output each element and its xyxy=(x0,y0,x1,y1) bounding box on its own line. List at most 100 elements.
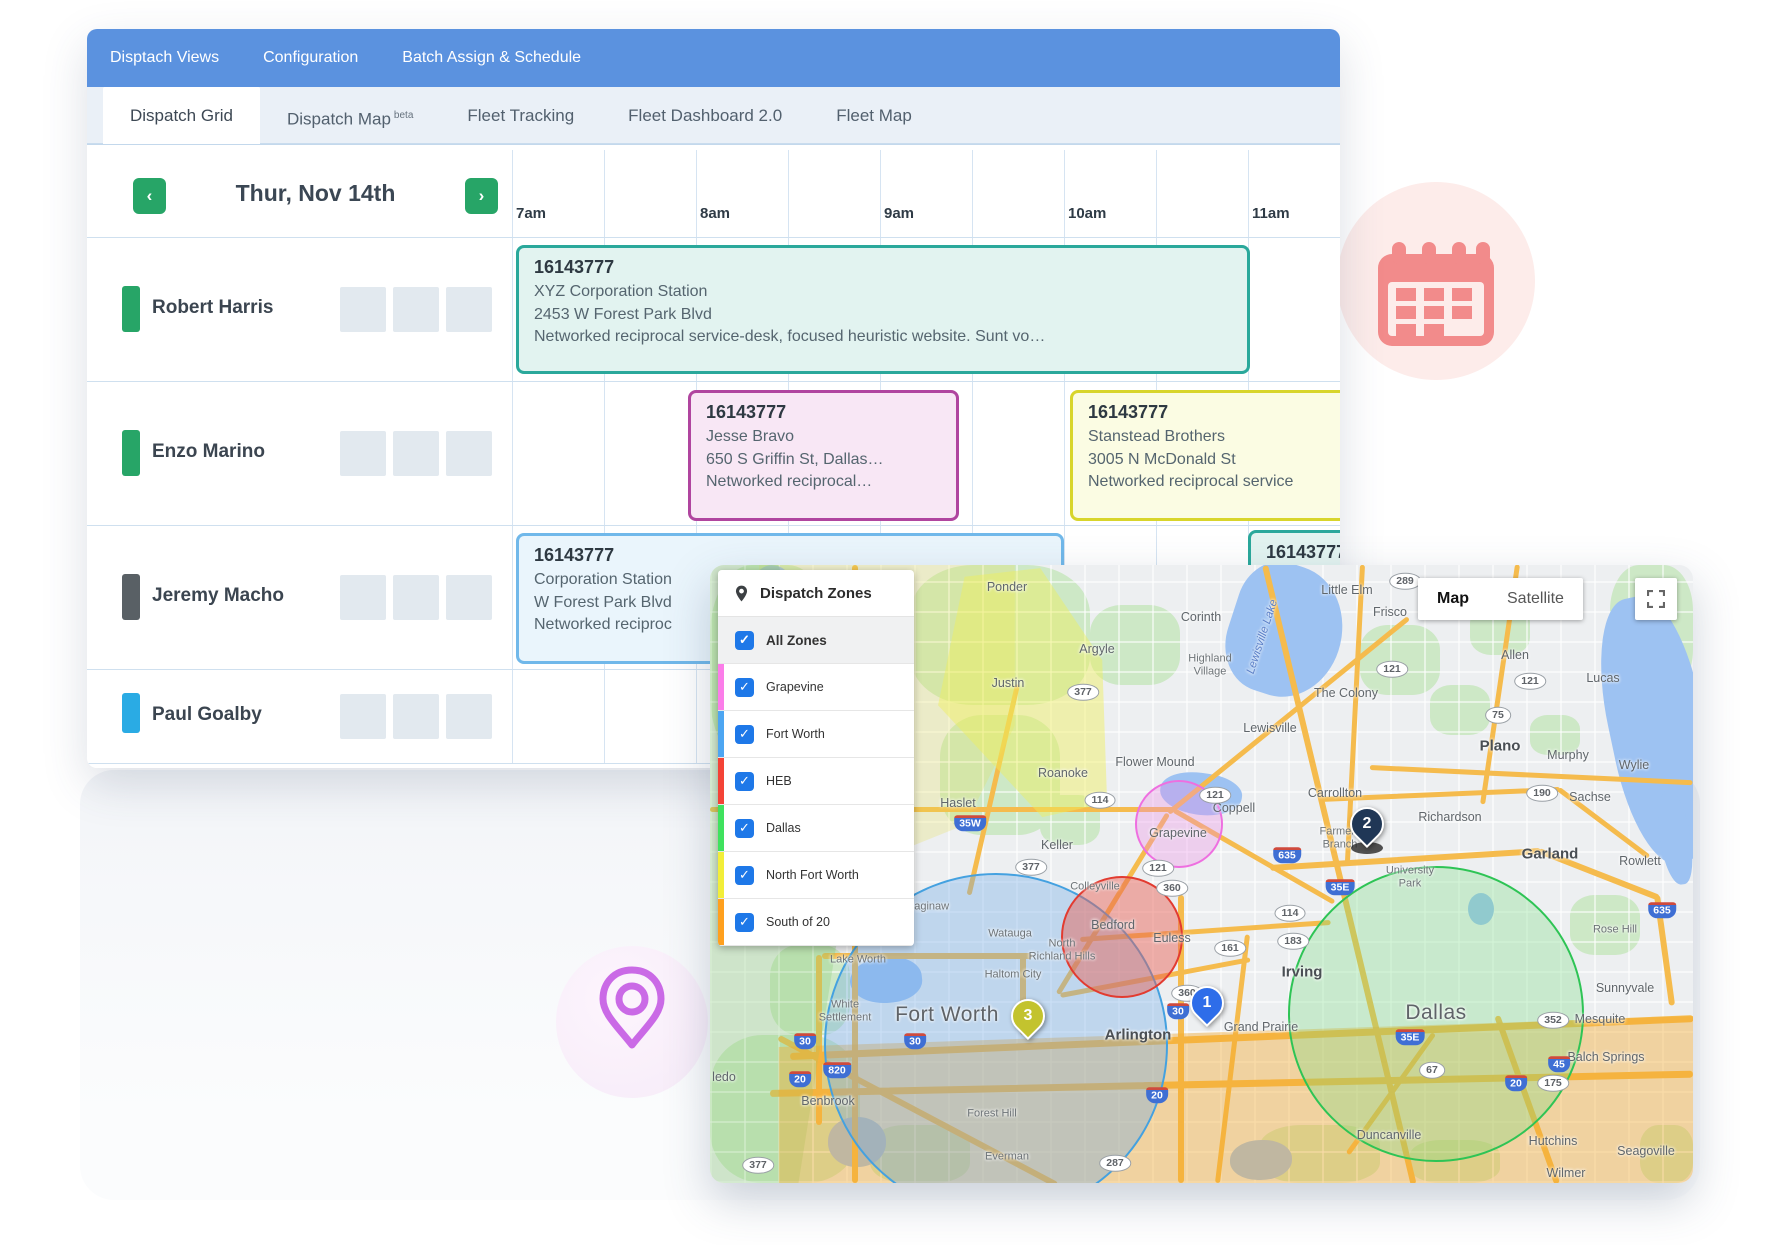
time-label-9am: 9am xyxy=(884,205,914,222)
event-id: 16143777 xyxy=(706,402,941,423)
map-pin-person-icon xyxy=(732,584,751,603)
zone-row-south-of-20[interactable]: ✓ South of 20 xyxy=(718,899,914,946)
event-detail-line: 3005 N McDonald St xyxy=(1088,449,1340,472)
date-navigation: ‹ Thur, Nov 14th › xyxy=(87,174,512,234)
zone-checkbox[interactable]: ✓ xyxy=(735,913,754,932)
event-detail-line: Networked reciprocal service-desk, focus… xyxy=(534,326,1232,349)
location-pin-icon xyxy=(596,964,668,1056)
placeholder-box xyxy=(446,694,492,739)
zone-row-north-fort-worth[interactable]: ✓ North Fort Worth xyxy=(718,852,914,899)
beta-badge: beta xyxy=(394,110,413,121)
technician-color-bar xyxy=(122,286,140,332)
zone-label: All Zones xyxy=(766,633,827,648)
event-detail-line: 650 S Griffin St, Dallas… xyxy=(706,449,941,472)
zone-label: Grapevine xyxy=(766,680,824,694)
zone-checkbox[interactable]: ✓ xyxy=(735,678,754,697)
placeholder-box xyxy=(393,575,439,620)
zone-row-fort-worth[interactable]: ✓ Fort Worth xyxy=(718,711,914,758)
technician-name: Robert Harris xyxy=(152,297,273,319)
placeholder-box xyxy=(340,287,386,332)
zone-row-all-zones[interactable]: ✓ All Zones xyxy=(718,617,914,664)
dispatch-zones-panel: Dispatch Zones ✓ All Zones ✓ Grapevine ✓ Fort… xyxy=(718,570,914,946)
zone-label: North Fort Worth xyxy=(766,868,859,882)
zone-color-stripe xyxy=(718,899,724,945)
zone-color-stripe xyxy=(718,805,724,851)
satellite-view-button[interactable]: Satellite xyxy=(1488,578,1583,620)
technician-color-bar xyxy=(122,574,140,620)
date-label: Thur, Nov 14th xyxy=(166,180,465,207)
time-label-10am: 10am xyxy=(1068,205,1106,222)
prev-day-button[interactable]: ‹ xyxy=(133,178,166,214)
fullscreen-icon xyxy=(1647,590,1665,608)
placeholder-box xyxy=(446,431,492,476)
tab-dispatch-map[interactable]: Dispatch Mapbeta xyxy=(260,87,440,144)
zone-label: HEB xyxy=(766,774,792,788)
time-label-11am: 11am xyxy=(1252,205,1290,222)
zone-checkbox[interactable]: ✓ xyxy=(735,866,754,885)
time-label-8am: 8am xyxy=(700,205,730,222)
event-detail-line: Networked reciprocal… xyxy=(706,471,941,494)
dispatch-app: Disptach Views Configuration Batch Assign … xyxy=(0,0,1785,1245)
placeholder-box xyxy=(446,575,492,620)
event-detail-line: Stanstead Brothers xyxy=(1088,426,1340,449)
tab-fleet-tracking[interactable]: Fleet Tracking xyxy=(440,87,601,144)
zone-checkbox[interactable]: ✓ xyxy=(735,725,754,744)
next-day-button[interactable]: › xyxy=(465,178,498,214)
view-tabs: Dispatch GridDispatch MapbetaFleet Track… xyxy=(87,87,1340,144)
nav-item-batch-assign-schedule[interactable]: Batch Assign & Schedule xyxy=(402,49,581,67)
placeholder-box xyxy=(393,431,439,476)
nav-item-configuration[interactable]: Configuration xyxy=(263,49,358,67)
zone-label: Fort Worth xyxy=(766,727,825,741)
zone-row-grapevine[interactable]: ✓ Grapevine xyxy=(718,664,914,711)
placeholder-box xyxy=(340,575,386,620)
grid-vline xyxy=(604,150,605,763)
placeholder-box xyxy=(340,431,386,476)
dispatch-zones-header: Dispatch Zones xyxy=(718,570,914,617)
technician-color-bar xyxy=(122,430,140,476)
zone-checkbox[interactable]: ✓ xyxy=(735,819,754,838)
schedule-event[interactable]: 16143777 Stanstead Brothers3005 N McDonal… xyxy=(1070,390,1340,521)
event-id: 16143777 xyxy=(1266,542,1340,563)
map-type-control: Map Satellite xyxy=(1418,578,1583,620)
tab-dispatch-grid[interactable]: Dispatch Grid xyxy=(103,87,260,144)
event-id: 16143777 xyxy=(1088,402,1340,423)
placeholder-box xyxy=(393,287,439,332)
schedule-event[interactable]: 16143777 XYZ Corporation Station2453 W Fo… xyxy=(516,245,1250,374)
placeholder-box xyxy=(393,694,439,739)
marker-number: 3 xyxy=(1011,999,1045,1033)
tab-fleet-dashboard-2-0[interactable]: Fleet Dashboard 2.0 xyxy=(601,87,809,144)
event-detail-line: 2453 W Forest Park Blvd xyxy=(534,304,1232,327)
time-label-7am: 7am xyxy=(516,205,546,222)
dispatch-map-card: PonderCorinthLittle ElmFriscoArgyleJusti… xyxy=(710,565,1693,1183)
technician-name: Jeremy Macho xyxy=(152,585,284,607)
grid-hline xyxy=(87,381,1340,382)
calendar-icon xyxy=(1372,238,1500,348)
calendar-decor-circle xyxy=(1337,182,1535,380)
dispatch-zones-title: Dispatch Zones xyxy=(760,585,872,602)
placeholder-box xyxy=(446,287,492,332)
tab-fleet-map[interactable]: Fleet Map xyxy=(809,87,939,144)
technician-name: Paul Goalby xyxy=(152,704,262,726)
zone-label: South of 20 xyxy=(766,915,830,929)
marker-number: 2 xyxy=(1350,807,1384,841)
technician-color-bar xyxy=(122,693,140,733)
marker-number: 1 xyxy=(1190,986,1224,1020)
fullscreen-button[interactable] xyxy=(1635,578,1677,620)
event-id: 16143777 xyxy=(534,257,1232,278)
grid-hline xyxy=(87,237,1340,238)
zone-row-heb[interactable]: ✓ HEB xyxy=(718,758,914,805)
zone-color-stripe xyxy=(718,664,724,710)
zone-row-dallas[interactable]: ✓ Dallas xyxy=(718,805,914,852)
nav-item-disptach-views[interactable]: Disptach Views xyxy=(110,49,219,67)
event-detail-line: XYZ Corporation Station xyxy=(534,281,1232,304)
event-detail-line: Jesse Bravo xyxy=(706,426,941,449)
technician-name: Enzo Marino xyxy=(152,441,265,463)
zone-checkbox[interactable]: ✓ xyxy=(735,631,754,650)
grid-hline xyxy=(87,144,1340,145)
schedule-event[interactable]: 16143777 Jesse Bravo650 S Griffin St, Dal… xyxy=(688,390,959,521)
map-view-button[interactable]: Map xyxy=(1418,578,1488,620)
placeholder-box xyxy=(340,694,386,739)
zone-checkbox[interactable]: ✓ xyxy=(735,772,754,791)
grid-hline xyxy=(87,525,1340,526)
zone-label: Dallas xyxy=(766,821,801,835)
